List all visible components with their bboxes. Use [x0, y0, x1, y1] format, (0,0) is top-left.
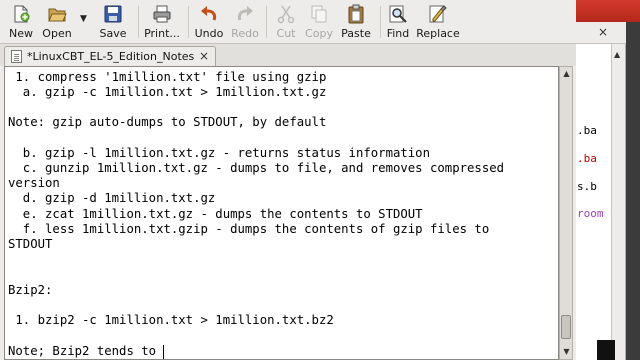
scissors-icon [277, 5, 295, 24]
replace-button[interactable]: Replace [416, 4, 460, 42]
undo-button[interactable]: Undo [194, 4, 224, 42]
copy-icon [311, 5, 327, 23]
cut-button[interactable]: Cut [272, 4, 300, 42]
background-text-fragment: s.b [577, 180, 597, 193]
editor-line: version [8, 176, 60, 190]
printer-icon [153, 5, 171, 23]
copy-label: Copy [305, 27, 333, 40]
open-button[interactable]: Open [40, 4, 74, 42]
toolbar-separator [380, 6, 381, 38]
editor-line: Bzip2: [8, 283, 53, 297]
save-button[interactable]: Save [98, 4, 128, 42]
editor-line: 1. compress '1million.txt' file using gz… [8, 70, 327, 84]
open-label: Open [42, 27, 72, 40]
gedit-window: New Open ▼ Save Print... Undo Redo Cut C… [0, 0, 576, 360]
background-window-scrollbar[interactable]: ▲ [612, 44, 626, 360]
redo-arrow-icon [237, 6, 253, 21]
background-window-text-pane: .ba .ba s.b room [576, 44, 612, 360]
print-label: Print... [144, 27, 180, 40]
scroll-down-arrow-icon[interactable]: ▼ [562, 347, 571, 357]
find-button[interactable]: Find [386, 4, 410, 42]
editor-line: STDOUT [8, 237, 53, 251]
text-cursor [163, 345, 164, 359]
background-window-dark-region [597, 340, 615, 360]
background-scroll-up-icon[interactable]: ▲ [614, 50, 620, 59]
background-text-fragment: .ba [577, 124, 597, 137]
open-folder-icon [48, 8, 67, 22]
save-disk-icon [104, 5, 122, 23]
background-close-icon[interactable]: × [598, 25, 608, 39]
document-icon [11, 50, 22, 63]
toolbar-separator [188, 6, 189, 38]
clipboard-icon [348, 4, 364, 24]
editor-line: c. gunzip 1million.txt.gz - dumps to fil… [8, 161, 505, 175]
save-label: Save [99, 27, 127, 40]
editor-line: f. less 1million.txt.gzip - dumps the co… [8, 222, 490, 236]
background-text-fragment: .ba [577, 152, 597, 165]
undo-arrow-icon [201, 6, 217, 21]
paste-button[interactable]: Paste [340, 4, 372, 42]
tab-close-icon[interactable]: × [199, 49, 209, 63]
cut-label: Cut [276, 27, 296, 40]
desktop-edge [626, 22, 640, 360]
editor-line: d. gzip -d 1million.txt.gz [8, 191, 216, 205]
scrollbar-thumb[interactable] [561, 315, 571, 339]
find-label: Find [386, 27, 410, 40]
editor-line: a. gzip -c 1million.txt > 1million.txt.g… [8, 85, 327, 99]
toolbar: New Open ▼ Save Print... Undo Redo Cut C… [0, 0, 576, 44]
editor-line: b. gzip -l 1million.txt.gz - returns sta… [8, 146, 430, 160]
background-text-fragment: room [577, 207, 604, 220]
tab-label: *LinuxCBT_EL-5_Edition_Notes [27, 50, 195, 63]
toolbar-separator [138, 6, 139, 38]
tab-linuxcbt-notes[interactable]: *LinuxCBT_EL-5_Edition_Notes × [4, 46, 216, 67]
editor-line: Note; Bzip2 tends to [8, 344, 164, 358]
undo-label: Undo [194, 27, 224, 40]
editor-line: Note: gzip auto-dumps to STDOUT, by defa… [8, 115, 327, 129]
scroll-up-arrow-icon[interactable]: ▲ [562, 69, 571, 79]
new-document-icon [14, 5, 30, 23]
print-button[interactable]: Print... [144, 4, 180, 42]
open-dropdown-arrow-icon[interactable]: ▼ [80, 14, 87, 24]
toolbar-separator [266, 6, 267, 38]
new-button[interactable]: New [6, 4, 36, 42]
magnifier-icon [389, 5, 407, 23]
document-tab-bar: *LinuxCBT_EL-5_Edition_Notes × [0, 44, 576, 67]
text-editor-area[interactable]: 1. compress '1million.txt' file using gz… [4, 66, 559, 360]
replace-label: Replace [416, 27, 460, 40]
copy-button[interactable]: Copy [304, 4, 334, 42]
paste-label: Paste [341, 27, 371, 40]
find-replace-icon [429, 5, 447, 23]
redo-button[interactable]: Redo [230, 4, 260, 42]
editor-line: 1. bzip2 -c 1million.txt > 1million.txt.… [8, 313, 334, 327]
background-window-titlebar[interactable] [576, 0, 640, 22]
editor-line: e. zcat 1million.txt.gz - dumps the cont… [8, 207, 423, 221]
redo-label: Redo [231, 27, 259, 40]
background-window[interactable]: × .ba .ba s.b room ▲ [576, 0, 640, 360]
vertical-scrollbar[interactable]: ▲ ▼ [559, 66, 573, 360]
new-label: New [9, 27, 33, 40]
